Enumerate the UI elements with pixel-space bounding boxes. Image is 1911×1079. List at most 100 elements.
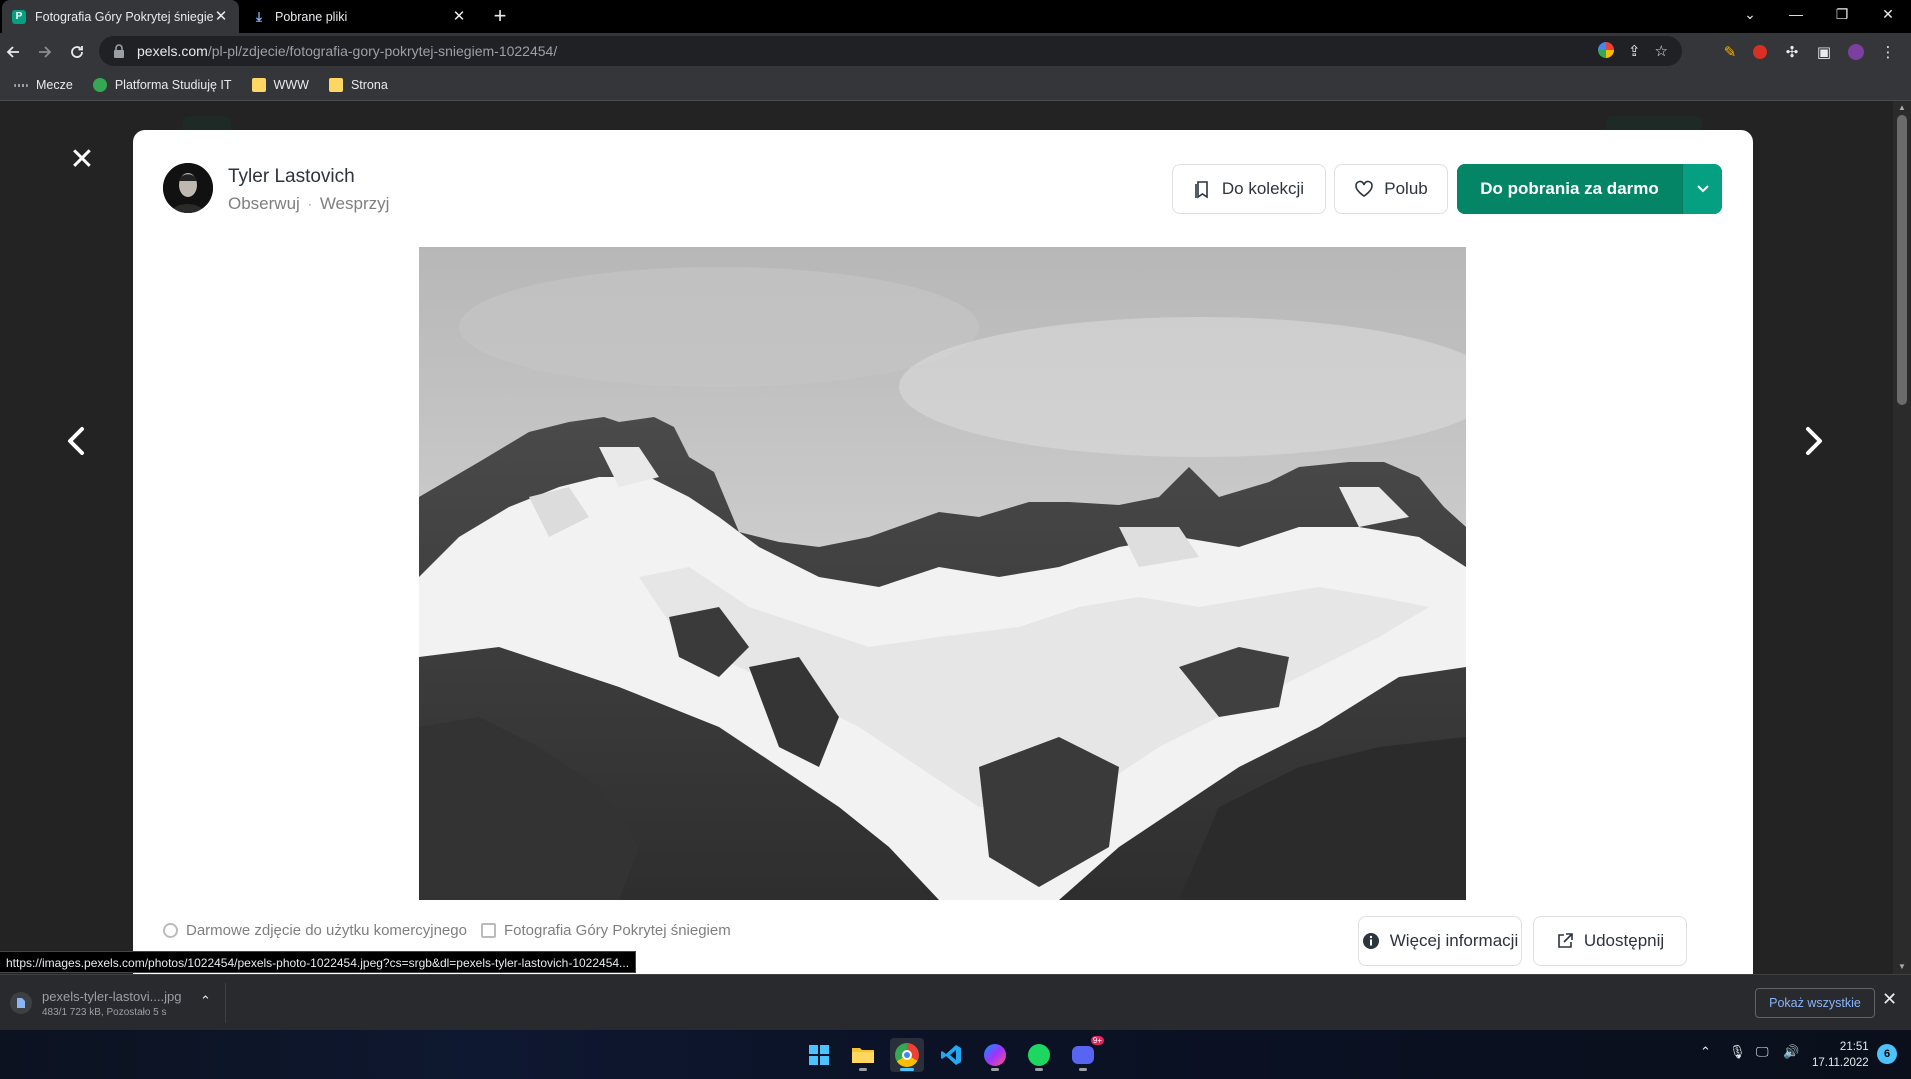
new-tab-button[interactable]: + xyxy=(488,5,512,29)
bookmark-platforma[interactable]: Platforma Studiuję IT xyxy=(87,78,238,92)
share-icon[interactable]: ⇪ xyxy=(1628,42,1641,60)
folder-icon xyxy=(852,1048,874,1063)
author-links: Obserwuj · Wesprzyj xyxy=(228,194,389,214)
grid-dots-icon xyxy=(14,83,28,87)
author-avatar[interactable] xyxy=(163,163,213,213)
bookmark-star-icon[interactable]: ☆ xyxy=(1655,42,1668,60)
forward-button[interactable] xyxy=(32,39,58,65)
page-viewport: ✕ Tyler Lastovich Obserwuj · Wesprzyj Do… xyxy=(0,101,1893,974)
reload-button[interactable] xyxy=(64,39,90,65)
start-button[interactable] xyxy=(802,1038,836,1072)
minimize-button[interactable]: — xyxy=(1773,0,1819,28)
tab-title: Fotografia Góry Pokrytej śniegiem xyxy=(35,9,213,24)
microphone-icon[interactable]: 🎙 xyxy=(1729,1044,1746,1060)
notification-badge[interactable]: 6 xyxy=(1877,1044,1897,1064)
tab-search-icon[interactable]: ⌄ xyxy=(1727,0,1773,28)
back-button[interactable] xyxy=(0,39,26,65)
url-path: /pl-pl/zdjecie/fotografia-gory-pokrytej-… xyxy=(207,43,558,59)
add-to-collection-button[interactable]: Do kolekcji xyxy=(1172,164,1326,214)
file-explorer-button[interactable] xyxy=(846,1038,880,1072)
close-window-button[interactable]: ✕ xyxy=(1865,0,1911,28)
restore-button[interactable]: ❐ xyxy=(1819,0,1865,28)
download-status: 483/1 723 kB, Pozostało 5 s xyxy=(42,1006,167,1018)
system-clock[interactable]: 21:51 17.11.2022 xyxy=(1812,1039,1869,1071)
spotify-button[interactable] xyxy=(1022,1038,1056,1072)
adblock-extension-icon[interactable] xyxy=(1750,42,1770,62)
back-arrow-icon xyxy=(6,46,19,58)
chevron-down-icon xyxy=(1696,185,1709,193)
network-icon[interactable]: 🖵 xyxy=(1756,1044,1769,1060)
check-circle-icon xyxy=(163,923,178,938)
next-photo-icon[interactable] xyxy=(1798,421,1828,461)
messenger-icon xyxy=(984,1044,1006,1066)
side-panel-icon[interactable]: ▣ xyxy=(1814,42,1834,62)
windows-taskbar: 9+ ⌃ 🎙 🖵 🔊 21:51 17.11.2022 6 xyxy=(0,1030,1911,1079)
profile-avatar-icon[interactable] xyxy=(1846,42,1866,62)
heart-icon xyxy=(1355,180,1374,197)
share-button[interactable]: Udostępnij xyxy=(1533,916,1687,966)
bookmark-www[interactable]: WWW xyxy=(246,78,315,92)
separator-dot: · xyxy=(307,197,312,211)
messenger-button[interactable] xyxy=(978,1038,1012,1072)
support-link[interactable]: Wesprzyj xyxy=(320,194,390,214)
chrome-icon xyxy=(895,1043,919,1067)
pexels-favicon-icon: P xyxy=(12,9,26,24)
close-modal-icon[interactable]: ✕ xyxy=(67,145,97,175)
browser-toolbar: pexels.com/pl-pl/zdjecie/fotografia-gory… xyxy=(0,33,1911,70)
tab-strip: P Fotografia Góry Pokrytej śniegiem ✕ ⤓ … xyxy=(0,0,1911,33)
google-icon[interactable] xyxy=(1597,42,1614,58)
page-scrollbar[interactable]: ▲ ▼ xyxy=(1893,101,1911,974)
tab-close-icon[interactable]: ✕ xyxy=(451,8,467,25)
tab-active[interactable]: P Fotografia Góry Pokrytej śniegiem ✕ xyxy=(2,0,239,33)
url-host: pexels.com xyxy=(137,43,208,59)
download-filename: pexels-tyler-lastovi....jpg xyxy=(42,988,182,1004)
image-icon xyxy=(480,923,496,938)
lock-icon xyxy=(114,44,124,58)
download-free-button[interactable]: Do pobrania za darmo xyxy=(1457,164,1682,214)
follow-link[interactable]: Obserwuj xyxy=(228,194,300,214)
scroll-thumb[interactable] xyxy=(1897,115,1907,405)
forward-arrow-icon xyxy=(39,46,52,58)
file-icon xyxy=(10,992,32,1014)
close-shelf-icon[interactable]: ✕ xyxy=(1882,989,1897,1010)
reload-icon xyxy=(71,46,83,58)
photo-title-info: Fotografia Góry Pokrytej śniegiem xyxy=(480,922,731,939)
extensions-puzzle-icon[interactable]: ✣ xyxy=(1782,42,1802,62)
pen-extension-icon[interactable]: ✎ xyxy=(1720,42,1740,62)
spotify-icon xyxy=(1028,1044,1050,1066)
author-name[interactable]: Tyler Lastovich xyxy=(228,166,355,188)
scroll-down-icon[interactable]: ▼ xyxy=(1897,962,1907,972)
bookmark-mecze[interactable]: Mecze xyxy=(8,78,79,92)
download-button-group: Do pobrania za darmo xyxy=(1457,164,1722,214)
more-info-button[interactable]: Więcej informacji xyxy=(1358,916,1522,966)
collection-bookmark-icon xyxy=(1195,181,1208,199)
bookmark-strona[interactable]: Strona xyxy=(323,78,394,92)
download-options-button[interactable] xyxy=(1682,164,1722,214)
license-info[interactable]: Darmowe zdjęcie do użytku komercyjnego xyxy=(163,922,467,939)
mountain-photo[interactable] xyxy=(419,247,1466,900)
info-icon xyxy=(1362,933,1379,949)
address-bar[interactable]: pexels.com/pl-pl/zdjecie/fotografia-gory… xyxy=(99,36,1682,66)
tab-title: Pobrane pliki xyxy=(275,9,348,24)
chrome-taskbar-button[interactable] xyxy=(890,1038,924,1072)
show-all-downloads-button[interactable]: Pokaż wszystkie xyxy=(1755,988,1875,1018)
discord-button[interactable]: 9+ xyxy=(1066,1036,1104,1072)
download-item[interactable]: pexels-tyler-lastovi....jpg 483/1 723 kB… xyxy=(6,983,226,1023)
photo-meta-row: Darmowe zdjęcie do użytku komercyjnego F… xyxy=(163,922,731,939)
downloads-shelf: pexels-tyler-lastovi....jpg 483/1 723 kB… xyxy=(0,974,1911,1030)
previous-photo-icon[interactable] xyxy=(62,421,92,461)
vscode-button[interactable] xyxy=(934,1038,968,1072)
tab-downloads[interactable]: ⤓ Pobrane pliki ✕ xyxy=(242,0,477,33)
like-button[interactable]: Polub xyxy=(1334,164,1448,214)
bookmarks-bar: Mecze Platforma Studiuję IT WWW Strona xyxy=(0,70,1911,101)
tab-close-icon[interactable]: ✕ xyxy=(213,8,229,25)
tray-overflow-icon[interactable]: ⌃ xyxy=(1700,1044,1711,1060)
external-share-icon xyxy=(1558,933,1573,948)
chevron-up-icon[interactable]: ⌃ xyxy=(200,993,211,1009)
studiuje-it-icon xyxy=(92,78,107,92)
menu-kebab-icon[interactable]: ⋮ xyxy=(1878,42,1898,62)
windows-logo-icon xyxy=(809,1045,829,1065)
volume-icon[interactable]: 🔊 xyxy=(1783,1044,1799,1060)
scroll-up-icon[interactable]: ▲ xyxy=(1897,103,1907,113)
discord-badge: 9+ xyxy=(1090,1036,1104,1045)
